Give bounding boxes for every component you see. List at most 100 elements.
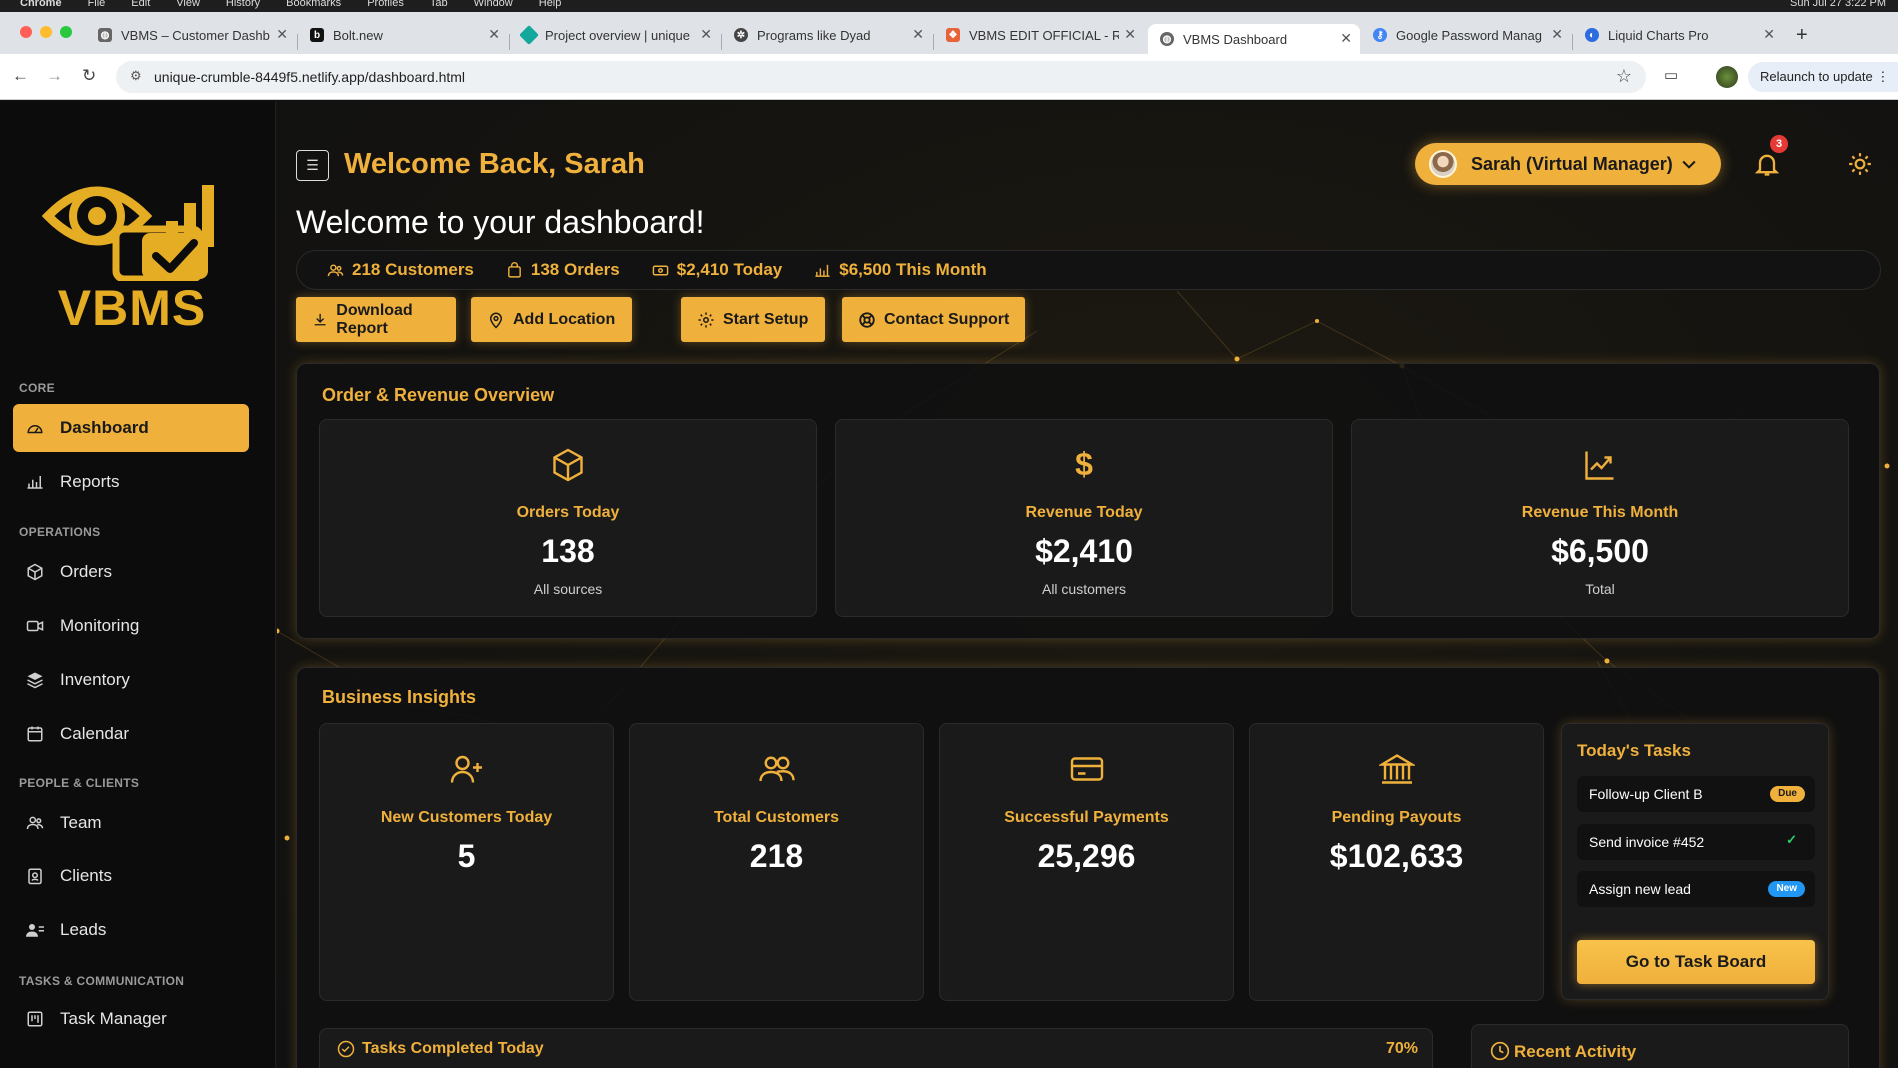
close-tab-icon[interactable]: ✕ bbox=[1551, 26, 1563, 43]
close-tab-icon[interactable]: ✕ bbox=[1763, 26, 1775, 43]
menu-toggle-button[interactable]: ☰ bbox=[296, 150, 329, 181]
quick-stats-bar: 218 Customers 138 Orders $2,410 Today $6… bbox=[296, 250, 1881, 290]
recent-activity-card: Recent Activity bbox=[1471, 1024, 1849, 1068]
sun-icon[interactable] bbox=[1847, 151, 1873, 177]
sidebar-item-calendar[interactable]: Calendar bbox=[13, 710, 249, 758]
close-tab-icon[interactable]: ✕ bbox=[276, 26, 288, 43]
card-sub: Total bbox=[1585, 581, 1615, 597]
sidebar-item-dashboard[interactable]: Dashboard bbox=[13, 404, 249, 452]
sidebar-item-reports[interactable]: Reports bbox=[13, 458, 249, 506]
task-label: Follow-up Client B bbox=[1589, 786, 1703, 802]
page-subtitle: Welcome to your dashboard! bbox=[296, 204, 705, 240]
download-report-button[interactable]: Download Report bbox=[296, 297, 456, 342]
sidebar-item-orders[interactable]: Orders bbox=[13, 548, 249, 596]
user-plus-icon bbox=[450, 755, 482, 783]
browser-tab[interactable]: ◐ Liquid Charts Pro ✕ bbox=[1573, 20, 1783, 50]
card-label: Successful Payments bbox=[1004, 809, 1169, 826]
go-to-task-board-button[interactable]: Go to Task Board bbox=[1577, 940, 1815, 984]
cash-icon bbox=[652, 265, 669, 275]
close-tab-icon[interactable]: ✕ bbox=[1340, 30, 1352, 47]
quick-stat: $2,410 Today bbox=[652, 260, 782, 280]
task-item[interactable]: Follow-up Client B Due bbox=[1577, 776, 1815, 812]
main-content: ☰ Welcome Back, Sarah Welcome to your da… bbox=[277, 101, 1898, 1068]
credit-card-icon bbox=[1070, 757, 1103, 781]
dollar-icon: $ bbox=[1075, 446, 1093, 482]
menu-window[interactable]: Window bbox=[474, 0, 513, 9]
close-tab-icon[interactable]: ✕ bbox=[912, 26, 924, 43]
menu-app[interactable]: Chrome bbox=[20, 0, 62, 9]
bookmark-star-icon[interactable]: ☆ bbox=[1616, 66, 1632, 87]
browser-tab[interactable]: ❖ VBMS EDIT OFFICIAL - R ✕ bbox=[934, 20, 1144, 50]
forward-icon[interactable]: → bbox=[46, 66, 63, 86]
brand-name: VBMS bbox=[57, 280, 207, 336]
start-setup-button[interactable]: Start Setup bbox=[681, 297, 825, 342]
tasks-progress-card: Tasks Completed Today 70% bbox=[319, 1028, 1433, 1068]
quick-stat-label: 218 Customers bbox=[352, 260, 474, 279]
cast-icon[interactable]: ▭ bbox=[1664, 66, 1678, 84]
nav-section-core: CORE bbox=[19, 381, 55, 395]
sidebar-item-monitoring[interactable]: Monitoring bbox=[13, 602, 249, 650]
reload-icon[interactable]: ↻ bbox=[82, 66, 96, 86]
browser-tabstrip: ◍ VBMS – Customer Dashb ✕ b Bolt.new ✕ P… bbox=[0, 12, 1898, 54]
close-tab-icon[interactable]: ✕ bbox=[1124, 26, 1136, 43]
menu-edit[interactable]: Edit bbox=[131, 0, 150, 9]
menu-help[interactable]: Help bbox=[539, 0, 562, 9]
check-circle-icon bbox=[337, 1040, 355, 1058]
box-icon bbox=[25, 562, 45, 582]
menu-history[interactable]: History bbox=[226, 0, 260, 9]
profile-avatar[interactable] bbox=[1716, 66, 1738, 88]
sidebar-item-leads[interactable]: Leads bbox=[13, 906, 249, 954]
action-label: Contact Support bbox=[884, 310, 1010, 328]
menu-view[interactable]: View bbox=[176, 0, 200, 9]
action-label: Start Setup bbox=[723, 310, 809, 328]
tab-title: Programs like Dyad bbox=[757, 27, 871, 43]
sidebar-item-clients[interactable]: Clients bbox=[13, 852, 249, 900]
close-window-button[interactable] bbox=[20, 26, 32, 38]
task-item[interactable]: Send invoice #452 ✓ bbox=[1577, 824, 1815, 860]
layers-icon bbox=[25, 670, 45, 690]
maximize-window-button[interactable] bbox=[60, 26, 72, 38]
menu-file[interactable]: File bbox=[88, 0, 106, 9]
app-viewport: VBMS CORE Dashboard Reports OPERATIONS O… bbox=[0, 101, 1898, 1068]
task-item[interactable]: Assign new lead New bbox=[1577, 871, 1815, 907]
minimize-window-button[interactable] bbox=[40, 26, 52, 38]
url-text[interactable]: unique-crumble-8449f5.netlify.app/dashbo… bbox=[154, 69, 465, 85]
status-badge: Due bbox=[1770, 786, 1805, 802]
sidebar-item-team[interactable]: Team bbox=[13, 799, 249, 847]
avatar bbox=[1429, 150, 1457, 178]
address-bar[interactable]: ⚙ unique-crumble-8449f5.netlify.app/dash… bbox=[116, 61, 1646, 93]
card-value: $6,500 bbox=[1551, 533, 1649, 569]
diamond-favicon-icon bbox=[519, 25, 539, 45]
close-tab-icon[interactable]: ✕ bbox=[488, 26, 500, 43]
bell-icon[interactable] bbox=[1753, 149, 1781, 179]
camera-icon bbox=[25, 616, 45, 636]
contact-support-button[interactable]: Contact Support bbox=[842, 297, 1025, 342]
close-tab-icon[interactable]: ✕ bbox=[700, 26, 712, 43]
browser-tab[interactable]: ✲ Programs like Dyad ✕ bbox=[722, 20, 932, 50]
menu-bookmarks[interactable]: Bookmarks bbox=[286, 0, 341, 9]
back-icon[interactable]: ← bbox=[12, 66, 29, 86]
relaunch-button[interactable]: Relaunch to update ⋮ bbox=[1748, 62, 1898, 92]
browser-tab-active[interactable]: ◍ VBMS Dashboard ✕ bbox=[1148, 24, 1360, 54]
browser-tab[interactable]: Project overview | unique ✕ bbox=[510, 20, 720, 50]
sidebar-item-inventory[interactable]: Inventory bbox=[13, 656, 249, 704]
browser-tab[interactable]: ◍ VBMS – Customer Dashb ✕ bbox=[86, 20, 296, 50]
bolt-favicon-icon: b bbox=[310, 28, 324, 42]
nav-section-operations: OPERATIONS bbox=[19, 525, 101, 539]
browser-tab[interactable]: ⚷ Google Password Manag ✕ bbox=[1361, 20, 1571, 50]
add-location-button[interactable]: Add Location bbox=[471, 297, 632, 342]
menu-profiles[interactable]: Profiles bbox=[367, 0, 404, 9]
tab-title: Google Password Manag bbox=[1396, 27, 1542, 43]
site-settings-icon[interactable]: ⚙ bbox=[130, 68, 142, 84]
card-sub: All customers bbox=[1041, 581, 1127, 597]
sidebar-item-label: Dashboard bbox=[60, 418, 149, 437]
sidebar-item-task-manager[interactable]: Task Manager bbox=[13, 995, 249, 1043]
browser-tab[interactable]: b Bolt.new ✕ bbox=[298, 20, 508, 50]
progress-label: Tasks Completed Today bbox=[362, 1040, 544, 1057]
overview-title: Order & Revenue Overview bbox=[322, 385, 555, 405]
pin-icon bbox=[489, 312, 503, 329]
menu-tab[interactable]: Tab bbox=[430, 0, 448, 9]
user-menu-button[interactable]: Sarah (Virtual Manager) bbox=[1415, 143, 1721, 185]
new-tab-icon[interactable]: + bbox=[1796, 24, 1808, 47]
new-customers-card: New Customers Today 5 bbox=[319, 723, 614, 1001]
